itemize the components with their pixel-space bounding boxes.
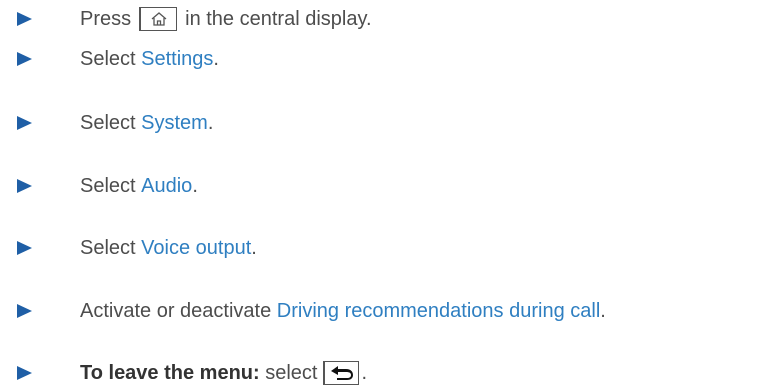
step-text: Select Audio . — [80, 175, 198, 198]
menu-keyword-audio: Audio — [141, 174, 193, 197]
menu-keyword-settings: Settings — [141, 47, 214, 70]
back-key — [323, 361, 360, 385]
step-post-text: . — [207, 111, 214, 134]
menu-keyword-voice-output: Voice output — [141, 236, 252, 259]
step-post-text: in the central display. — [185, 7, 372, 30]
step-post-text: . — [192, 174, 198, 197]
step-text: Press in the central display. — [80, 7, 372, 31]
step-text: Select Settings . — [80, 48, 219, 71]
menu-keyword-driving-recommendations: Driving recommendations during call — [276, 299, 601, 322]
step-bullet-icon — [17, 179, 32, 193]
step-pre-text: Select — [80, 47, 142, 70]
step-post-text: . — [361, 361, 368, 384]
step-post-text: . — [600, 299, 606, 322]
step-strong-label: To leave the menu: — [80, 361, 260, 384]
step-bullet-icon — [17, 241, 32, 255]
step-pre-text: Press — [80, 7, 132, 30]
step-pre-text: select — [259, 361, 318, 384]
step-bullet-icon — [17, 366, 32, 380]
step-bullet-icon — [17, 12, 32, 26]
step-bullet-icon — [17, 304, 32, 318]
step-pre-text: Activate or deactivate — [80, 299, 277, 322]
step-bullet-icon — [17, 116, 32, 130]
step-text: Activate or deactivate Driving recommend… — [80, 300, 606, 323]
home-icon — [151, 12, 167, 26]
step-text: Select System . — [80, 112, 213, 135]
step-text: To leave the menu: select . — [80, 361, 367, 385]
step-pre-text: Select — [80, 111, 142, 134]
home-key — [139, 7, 178, 31]
menu-keyword-system: System — [141, 111, 208, 134]
step-post-text: . — [213, 47, 219, 70]
step-bullet-icon — [17, 52, 32, 66]
back-icon — [330, 366, 353, 380]
step-text: Select Voice output . — [80, 237, 257, 260]
step-post-text: . — [251, 236, 257, 259]
step-pre-text: Select — [80, 236, 142, 259]
step-pre-text: Select — [80, 174, 142, 197]
